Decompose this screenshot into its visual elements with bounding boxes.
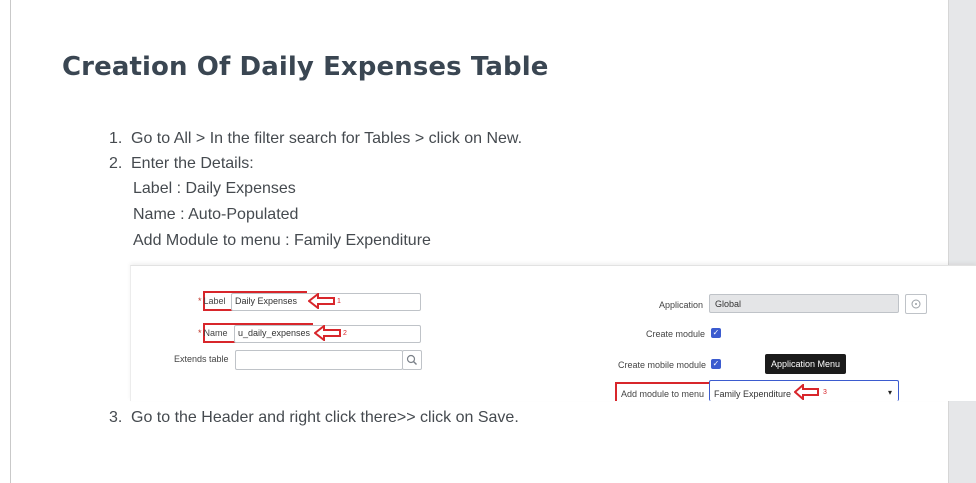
extends-table-input[interactable] [235, 350, 403, 370]
step-2-number: 2. [109, 155, 123, 172]
step-3-number: 3. [109, 409, 123, 426]
info-button[interactable] [905, 294, 927, 314]
extends-table-label: Extends table [174, 354, 229, 364]
detail-label: Label : Daily Expenses [133, 180, 296, 197]
annotation-3: 3 [823, 389, 827, 396]
chevron-down-icon: ▾ [888, 388, 893, 397]
step-1-number: 1. [109, 130, 123, 147]
step-1-text: Go to All > In the filter search for Tab… [131, 130, 523, 147]
annotation-2: 2 [343, 330, 347, 337]
detail-add-module: Add Module to menu : Family Expenditure [133, 232, 431, 249]
arrow-left-icon [308, 293, 335, 309]
create-mobile-module-label: Create mobile module [618, 360, 707, 370]
step-2-text: Enter the Details: [131, 155, 254, 172]
info-icon [911, 299, 921, 309]
form-screenshot: * Label Daily Expenses 1 * Name u_daily_ex… [130, 265, 976, 401]
page-left-border [10, 0, 11, 483]
application-value: Global [715, 299, 742, 309]
search-icon [406, 354, 417, 365]
lookup-button[interactable] [402, 350, 422, 370]
label-input-value: Daily Expenses [235, 296, 298, 306]
create-mobile-module-checkbox[interactable]: ✓ [711, 359, 721, 369]
arrow-left-icon [314, 325, 341, 341]
name-input-value: u_daily_expenses [238, 328, 311, 338]
annotation-1: 1 [337, 298, 341, 305]
add-module-value: Family Expenditure [714, 389, 792, 399]
detail-name: Name : Auto-Populated [133, 206, 299, 223]
application-menu-tooltip: Application Menu [765, 354, 847, 374]
label-field-label: * Label [198, 296, 226, 306]
right-scroll-panel[interactable] [948, 0, 976, 483]
application-label: Application [659, 300, 704, 310]
create-module-label: Create module [646, 329, 706, 339]
step-2: 2. Enter the Details: [109, 155, 254, 173]
arrow-left-icon [794, 384, 819, 400]
add-module-label: Add module to menu [621, 389, 705, 399]
step-3: 3. Go to the Header and right click there… [109, 409, 519, 427]
name-field-label: * Name [198, 328, 228, 338]
step-3-text: Go to the Header and right click there>>… [131, 409, 519, 426]
create-module-checkbox[interactable]: ✓ [711, 328, 721, 338]
step-1: 1. Go to All > In the filter search for T… [109, 130, 522, 148]
page-title: Creation Of Daily Expenses Table [62, 52, 549, 82]
